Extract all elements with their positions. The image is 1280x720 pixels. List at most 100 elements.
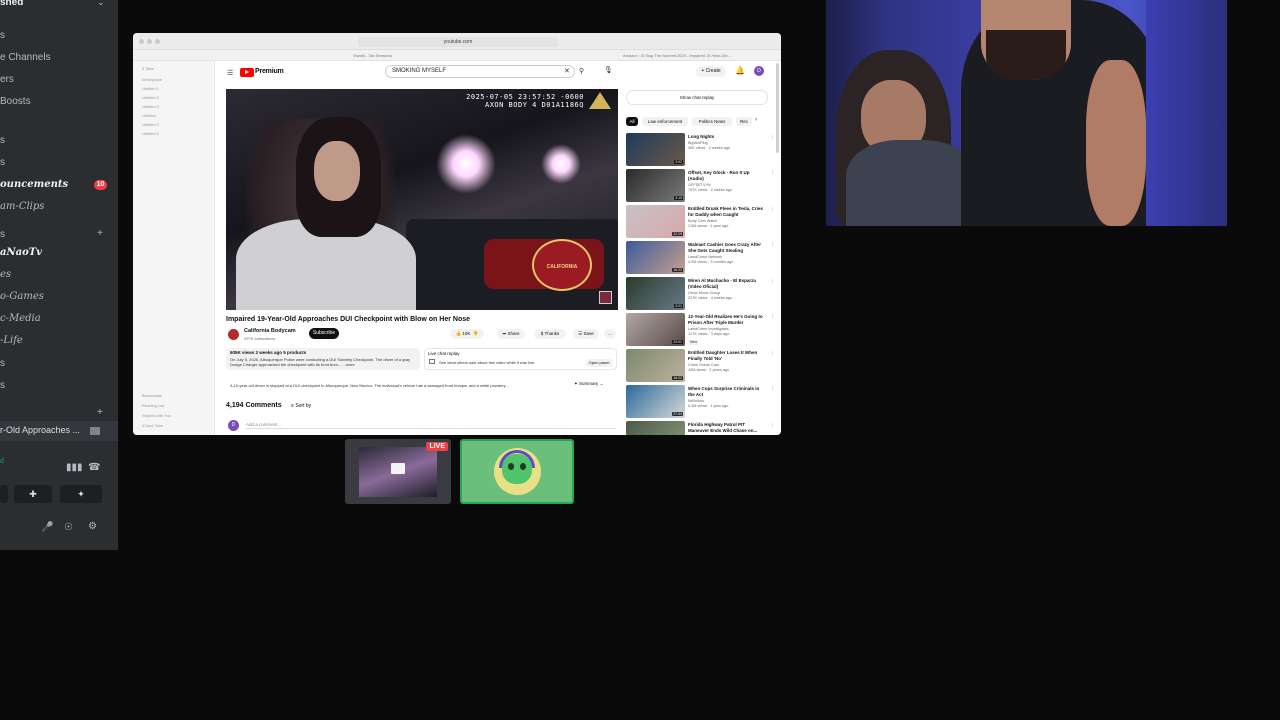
open-panel-button[interactable]: Open panel — [585, 359, 613, 367]
disconnect-icon[interactable]: ☎ — [88, 462, 100, 473]
comment-input[interactable]: Add a comment... — [246, 422, 616, 429]
recommendation-title[interactable]: Long Nights — [688, 134, 763, 140]
channel-item[interactable]: Boosts — [0, 96, 31, 107]
participant-tile[interactable] — [460, 439, 574, 504]
notifications-bell-icon[interactable]: 🔔 — [735, 66, 745, 75]
recommendation-thumbnail[interactable]: 16:22 — [626, 349, 685, 382]
recommendation-thumbnail[interactable] — [626, 421, 685, 435]
recommendation-thumbnail[interactable]: 3:19 — [626, 169, 685, 202]
recommendation-thumbnail[interactable]: 27:44 — [626, 385, 685, 418]
channel-item-announcements[interactable]: ouncements — [0, 179, 68, 190]
channel-item[interactable]: s — [0, 380, 5, 391]
recommendation-item[interactable]: 23:01 12-Year-Old Realizes He's Going to … — [626, 313, 775, 347]
add-channel-icon[interactable]: + — [97, 228, 103, 239]
recommendation-item[interactable]: 16:22 Walmart Cashier Goes Crazy After Sh… — [626, 241, 775, 275]
more-actions-button[interactable]: ... — [604, 329, 616, 339]
address-bar[interactable]: youtube.com — [358, 37, 558, 47]
recommendation-thumbnail[interactable]: 23:01 — [626, 313, 685, 346]
chip-all[interactable]: All — [626, 117, 638, 126]
save-button[interactable]: ☰ Save — [573, 329, 599, 339]
create-button[interactable]: + Create — [696, 66, 726, 77]
account-avatar[interactable]: D — [754, 66, 764, 76]
sidebar-item[interactable]: Untitled 6 — [142, 131, 159, 136]
chevron-down-icon[interactable]: ⌄ — [97, 0, 105, 8]
channel-item[interactable]: s — [0, 30, 5, 41]
sidebar-item[interactable]: Untitled — [142, 113, 156, 118]
channel-item[interactable]: e Channels — [0, 52, 51, 63]
more-options-icon[interactable]: ⋮ — [770, 422, 775, 428]
like-button[interactable]: 👍 10K 👎 — [450, 329, 484, 339]
thanks-button[interactable]: $ Thanks — [534, 329, 566, 339]
sidebar-item[interactable]: Untitled 2 — [142, 95, 159, 100]
video-player[interactable]: 2025-07-05 23:57:52 -0600 AXON BODY 4 D0… — [226, 89, 618, 310]
more-options-icon[interactable]: ⋮ — [770, 170, 775, 176]
more-options-icon[interactable]: ⋮ — [770, 386, 775, 392]
microphone-icon[interactable]: 🎤 — [41, 522, 53, 533]
scrollbar[interactable] — [776, 63, 779, 153]
voice-search-icon[interactable]: 🎙 — [604, 66, 613, 74]
more-options-icon[interactable]: ⋮ — [770, 134, 775, 140]
more-options-icon[interactable]: ⋮ — [770, 242, 775, 248]
stream-tile[interactable]: LIVE — [345, 439, 451, 504]
chip-politics-news[interactable]: Politics News — [692, 117, 732, 126]
search-input[interactable]: SMOKING MYSELF ✕ — [385, 65, 575, 78]
recommendation-thumbnail[interactable]: 22:29 — [626, 205, 685, 238]
channel-item[interactable]: s — [0, 157, 5, 168]
sidebar-item[interactable]: Bookmarks — [142, 393, 162, 398]
recommendation-thumbnail[interactable]: 16:22 — [626, 241, 685, 274]
recommendation-title[interactable]: Walmart Cashier Goes Crazy After She Get… — [688, 242, 763, 254]
minimize-window-button[interactable] — [147, 39, 152, 44]
recommendation-title[interactable]: When Cops Surprise Criminals in the Act — [688, 386, 763, 398]
more-options-icon[interactable]: ⋮ — [770, 278, 775, 284]
chip-law-enforcement[interactable]: Law enforcement — [642, 117, 688, 126]
sidebar-item[interactable]: iCloud Tabs — [142, 423, 163, 428]
sidebar-item[interactable]: Untitled 5 — [142, 122, 159, 127]
channel-name[interactable]: California Bodycam — [244, 328, 296, 334]
channel-item[interactable]: am-Clips — [0, 201, 44, 212]
add-channel-icon[interactable]: + — [97, 407, 103, 418]
chip-recent[interactable]: Rec — [736, 117, 752, 126]
subscribe-button[interactable]: Subscribe — [309, 328, 339, 339]
summary-button[interactable]: ✦ Summary ⌄ — [574, 381, 603, 387]
recommendation-item[interactable]: Florida Highway Patrol PIT Maneuver Ends… — [626, 421, 775, 435]
sidebar-item[interactable]: Workspace — [142, 77, 162, 82]
recommendation-item[interactable]: 3:19 Offset, Key Glock - Run It Up (Audio… — [626, 169, 775, 203]
recommendation-item[interactable]: 16:22 Entitled Daughter Loses It When Fin… — [626, 349, 775, 383]
channel-item[interactable]: aNaoTv — [0, 247, 42, 258]
camera-button[interactable] — [0, 485, 8, 503]
recommendation-thumbnail[interactable]: 3:21 — [626, 277, 685, 310]
more-options-icon[interactable]: ⋮ — [770, 314, 775, 320]
sidebar-item[interactable]: Shared with You — [142, 413, 171, 418]
youtube-logo-icon[interactable] — [240, 68, 254, 77]
clear-search-icon[interactable]: ✕ — [564, 67, 570, 75]
chevron-right-icon[interactable]: › — [755, 117, 757, 123]
more-options-icon[interactable]: ⋮ — [770, 350, 775, 356]
youtube-brand[interactable]: Premium — [255, 68, 284, 75]
recommendation-title[interactable]: 12-Year-Old Realizes He's Going to Priso… — [688, 314, 763, 326]
activities-button[interactable]: ✚ — [14, 485, 52, 503]
channel-item[interactable]: ers — [0, 74, 14, 85]
sidebar-item[interactable]: 3 Tabs — [142, 66, 154, 71]
search-icon[interactable]: ⚲ — [579, 67, 584, 75]
channel-item[interactable]: o-Games — [0, 291, 44, 302]
channel-item[interactable]: es — [0, 269, 11, 280]
sidebar-item[interactable]: Untitled 1 — [142, 86, 159, 91]
server-name[interactable]: shed — [0, 0, 23, 8]
channel-corner-icon[interactable] — [599, 291, 612, 304]
recommendation-title[interactable]: Entitled Daughter Loses It When Finally … — [688, 350, 763, 362]
sidebar-item[interactable]: Untitled 3 — [142, 104, 159, 109]
soundboard-icon[interactable]: ▮▮▮ — [66, 462, 83, 473]
effects-button[interactable]: ✦ — [60, 485, 102, 503]
recommendation-item[interactable]: 3:02 Long Nights BigWetPlug 40K views · 2 w… — [626, 133, 775, 167]
video-description[interactable]: 605K views 2 weeks ago 5 products On Jul… — [226, 348, 420, 370]
recommendation-title[interactable]: Offset, Key Glock - Run It Up (Audio) — [688, 170, 763, 182]
recommendation-item[interactable]: 3:21 Miren Al Muchacho - El Esparza (Vide… — [626, 277, 775, 311]
recommendation-item[interactable]: 27:44 When Cops Surprise Criminals in the… — [626, 385, 775, 419]
sidebar-item[interactable]: Reading List — [142, 403, 164, 408]
recommendation-item[interactable]: 22:29 Entitled Drunk Flees in Tesla, Crie… — [626, 205, 775, 239]
maximize-window-button[interactable] — [155, 39, 160, 44]
browser-tab[interactable]: Vivaldi - Tab Sessions — [353, 52, 443, 60]
recommendation-thumbnail[interactable]: 3:02 — [626, 133, 685, 166]
more-options-icon[interactable]: ⋮ — [770, 206, 775, 212]
channel-item[interactable]: s — [0, 358, 5, 369]
